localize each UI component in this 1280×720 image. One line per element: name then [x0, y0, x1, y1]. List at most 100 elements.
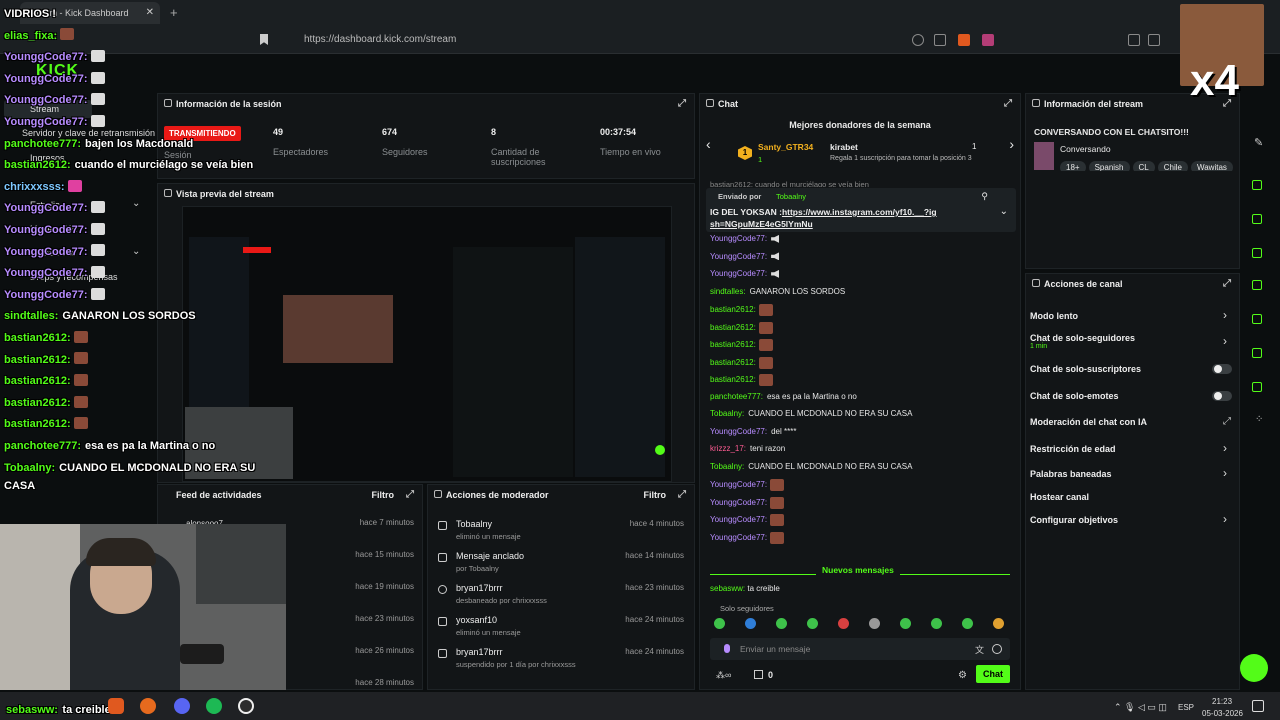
firefox-taskbar-icon[interactable] — [140, 698, 156, 714]
gift-icon[interactable] — [754, 670, 763, 679]
donor2-name[interactable]: kirabet — [830, 142, 858, 152]
discord-taskbar-icon[interactable] — [174, 698, 190, 714]
chat-username[interactable]: panchotee777: — [710, 392, 763, 401]
chat-username[interactable]: sebasww: — [710, 584, 745, 593]
mod-row[interactable]: bryan17brrr suspendido por 1 día por chr… — [438, 647, 684, 675]
emote-icon[interactable] — [838, 618, 849, 629]
sidebar-toggle-icon[interactable] — [1148, 34, 1160, 46]
donor1-name[interactable]: Santy_GTR34 — [758, 142, 813, 152]
rail-flash-icon[interactable] — [1246, 208, 1268, 230]
chat-username[interactable]: sindtalles: — [710, 287, 746, 296]
mic-icon[interactable] — [724, 644, 730, 653]
emote-icon[interactable] — [807, 618, 818, 629]
emote-icon[interactable] — [993, 618, 1004, 629]
chat-username[interactable]: YounggCode77: — [710, 269, 767, 278]
emote-icon[interactable] — [931, 618, 942, 629]
obs-taskbar-icon[interactable] — [238, 698, 254, 714]
category-name[interactable]: Conversando — [1060, 144, 1111, 154]
rail-wrench-icon[interactable] — [1246, 376, 1268, 398]
brave-rewards-icon[interactable] — [982, 34, 994, 46]
help-chat-button[interactable] — [1240, 654, 1268, 682]
chat-username[interactable]: bastian2612: — [710, 375, 756, 384]
rail-users-icon[interactable]: ⁘ — [1255, 414, 1263, 425]
action-emotes-only[interactable]: Chat de solo-emotes — [1030, 391, 1119, 401]
action-banned-words[interactable]: Palabras baneadas — [1030, 469, 1112, 479]
brave-taskbar-icon[interactable] — [108, 698, 124, 714]
emote-icon[interactable] — [962, 618, 973, 629]
chat-username[interactable]: bastian2612: — [710, 340, 756, 349]
expand-icon[interactable]: ⤢ — [1004, 98, 1012, 109]
action-subs-only[interactable]: Chat de solo-suscriptores — [1030, 364, 1141, 374]
chat-username[interactable]: bastian2612: — [710, 305, 756, 314]
emote-icon[interactable] — [714, 618, 725, 629]
tag[interactable]: Spanish — [1088, 161, 1130, 171]
chevron-down-icon[interactable]: ⌄ — [1000, 206, 1008, 217]
chat-username[interactable]: bastian2612: — [710, 358, 756, 367]
expand-icon[interactable]: ⤢ — [1223, 278, 1231, 289]
new-messages-label[interactable]: Nuevos mensajes — [816, 565, 900, 575]
chat-username[interactable]: YounggCode77: — [710, 498, 767, 507]
spotify-taskbar-icon[interactable] — [206, 698, 222, 714]
action-ai-moderation[interactable]: Moderación del chat con IA — [1030, 417, 1147, 427]
tray-icons[interactable]: ⌃ 🎙 ◁ ▭ ◫ — [1114, 702, 1167, 713]
chevron-left-icon[interactable]: ‹ — [706, 136, 711, 152]
activity-filter-button[interactable]: Filtro — [372, 490, 395, 500]
taskbar-language[interactable]: ESP — [1178, 703, 1194, 712]
edit-icon[interactable]: ✎ — [1254, 136, 1263, 149]
zoom-icon[interactable] — [912, 34, 924, 46]
mod-row[interactable]: bryan17brrr desbaneado por chrixxxsss ha… — [438, 583, 684, 611]
emote-icon[interactable] — [776, 618, 787, 629]
mod-row[interactable]: yoxsanf10 eliminó un mensaje hace 24 min… — [438, 615, 684, 643]
chat-username[interactable]: YounggCode77: — [710, 515, 767, 524]
chat-username[interactable]: Tobaalny: — [710, 409, 744, 418]
chat-send-button[interactable]: Chat — [976, 665, 1010, 683]
mod-row[interactable]: Tobaalny eliminó un mensaje hace 4 minut… — [438, 519, 684, 547]
action-host-channel[interactable]: Hostear canal — [1030, 492, 1089, 502]
expand-icon[interactable]: ⤢ — [406, 489, 414, 500]
action-followers-only[interactable]: Chat de solo-seguidores — [1030, 333, 1135, 343]
rail-server-icon[interactable] — [1246, 342, 1268, 364]
rail-document-icon[interactable] — [1246, 242, 1268, 264]
chat-username[interactable]: YounggCode77: — [710, 234, 767, 243]
taskbar-time[interactable]: 21:23 — [1212, 697, 1232, 706]
pin-icon[interactable]: ⚲ — [981, 191, 988, 202]
points-icon[interactable]: ⁂∞ — [716, 670, 731, 681]
emoji-icon[interactable] — [992, 644, 1002, 654]
action-slow-mode[interactable]: Modo lento — [1030, 311, 1078, 321]
chat-username[interactable]: YounggCode77: — [710, 252, 767, 261]
tag[interactable]: Chile — [1157, 161, 1188, 171]
expand-icon[interactable]: ⤢ — [678, 98, 686, 109]
emotes-only-toggle[interactable] — [1212, 391, 1232, 401]
taskbar-date[interactable]: 05-03-2026 — [1202, 709, 1243, 718]
notification-icon[interactable] — [1252, 700, 1264, 712]
tag[interactable]: 18+ — [1060, 161, 1086, 171]
rail-chat-icon[interactable] — [1246, 274, 1268, 296]
chat-username[interactable]: YounggCode77: — [710, 533, 767, 542]
chat-input[interactable]: Enviar un mensaje 文 — [710, 638, 1010, 660]
translate-icon[interactable]: 文 — [975, 643, 984, 656]
chat-settings-icon[interactable]: ⚙ — [958, 670, 967, 681]
action-age-restriction[interactable]: Restricción de edad — [1030, 444, 1116, 454]
action-goals[interactable]: Configurar objetivos — [1030, 515, 1118, 525]
subs-only-toggle[interactable] — [1212, 364, 1232, 374]
chevron-right-icon[interactable]: › — [1009, 136, 1014, 152]
chat-username[interactable]: YounggCode77: — [710, 427, 767, 436]
url-field[interactable]: https://dashboard.kick.com/stream — [280, 30, 1000, 50]
extensions-icon[interactable] — [1128, 34, 1140, 46]
brave-shield-icon[interactable] — [958, 34, 970, 46]
mod-filter-button[interactable]: Filtro — [644, 490, 667, 500]
rail-broadcast-icon[interactable] — [1246, 308, 1268, 330]
chat-username[interactable]: krizzz_17: — [710, 444, 746, 453]
pinned-message[interactable]: Enviado por Tobaalny ⚲ IG DEL YOKSAN :ht… — [706, 188, 1016, 232]
mod-row[interactable]: Mensaje anclado por Tobaalny hace 14 min… — [438, 551, 684, 579]
chat-username[interactable]: Tobaalny: — [710, 462, 744, 471]
tag[interactable]: CL — [1132, 161, 1155, 171]
chat-username[interactable]: bastian2612: — [710, 323, 756, 332]
emote-icon[interactable] — [900, 618, 911, 629]
emote-icon[interactable] — [745, 618, 756, 629]
tag[interactable]: Wawitas — [1190, 161, 1233, 171]
share-icon[interactable] — [934, 34, 946, 46]
chat-username[interactable]: YounggCode77: — [710, 480, 767, 489]
expand-icon[interactable]: ⤢ — [678, 489, 686, 500]
rail-camera-icon[interactable] — [1246, 174, 1268, 196]
